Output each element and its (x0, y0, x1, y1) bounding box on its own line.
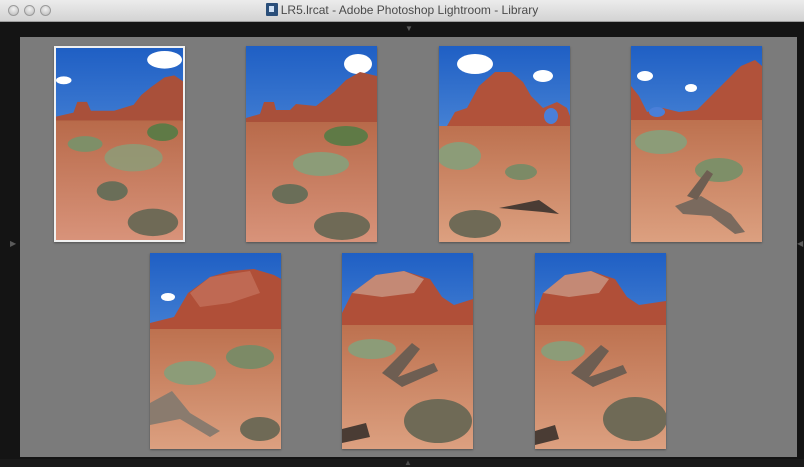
photo-image (535, 253, 666, 449)
photo-thumbnail[interactable] (150, 253, 281, 449)
window-title-container: LR5.lrcat - Adobe Photoshop Lightroom - … (0, 3, 804, 17)
lightroom-window: LR5.lrcat - Adobe Photoshop Lightroom - … (0, 0, 804, 467)
photo-image (56, 48, 183, 240)
photo-thumbnail[interactable] (535, 253, 666, 449)
top-panel-toggle[interactable]: ▼ (405, 25, 413, 33)
right-panel-toggle[interactable]: ◀ (797, 240, 803, 248)
catalog-file-icon (265, 3, 278, 16)
photo-image (631, 46, 762, 242)
bottom-panel-bar: ▲ (0, 459, 804, 467)
photo-thumbnail[interactable] (631, 46, 762, 242)
window-title: LR5.lrcat - Adobe Photoshop Lightroom - … (280, 3, 539, 17)
photo-thumbnail[interactable] (439, 46, 570, 242)
photo-thumbnail[interactable] (54, 46, 185, 242)
photo-image (150, 253, 281, 449)
left-panel-toggle[interactable]: ▶ (10, 240, 16, 248)
photo-thumbnail[interactable] (246, 46, 377, 242)
library-grid (20, 37, 797, 457)
photo-image (246, 46, 377, 242)
bottom-panel-toggle[interactable]: ▲ (404, 459, 412, 467)
photo-image (342, 253, 473, 449)
title-bar: LR5.lrcat - Adobe Photoshop Lightroom - … (0, 0, 804, 22)
photo-image (439, 46, 570, 242)
photo-thumbnail[interactable] (342, 253, 473, 449)
